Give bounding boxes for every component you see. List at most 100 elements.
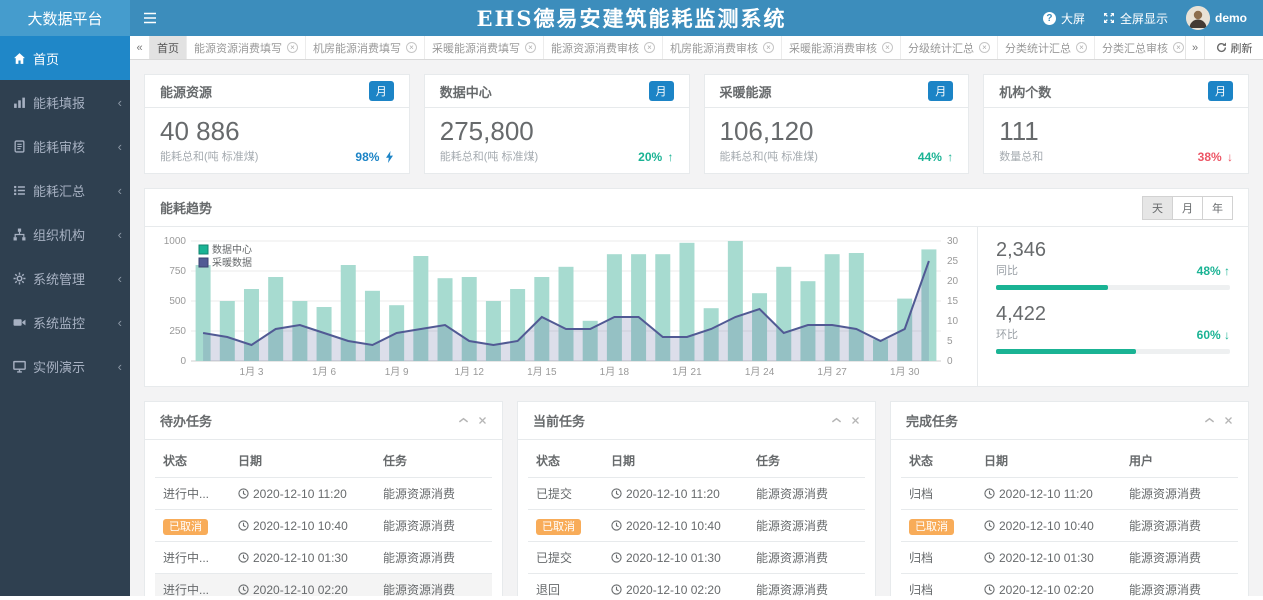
tab-close-icon[interactable]: × bbox=[763, 42, 774, 53]
fullscreen-button[interactable]: 全屏显示 bbox=[1103, 10, 1168, 27]
sidebar-toggle-button[interactable] bbox=[130, 0, 170, 36]
tab-9[interactable]: 分类汇总审核× bbox=[1095, 36, 1185, 59]
table-header: 用户 bbox=[1124, 444, 1238, 478]
sidebar-item-0[interactable]: 首页 bbox=[0, 36, 130, 80]
tab-close-icon[interactable]: × bbox=[979, 42, 990, 53]
tab-close-icon[interactable]: × bbox=[1076, 42, 1087, 53]
tab-2[interactable]: 机房能源消费填写× bbox=[306, 36, 425, 59]
sidebar-item-4[interactable]: 组织机构‹ bbox=[0, 212, 130, 256]
table-row[interactable]: 归档 2020-12-10 11:20 能源资源消费 bbox=[901, 478, 1238, 510]
sidebar: 首页能耗填报‹能耗审核‹能耗汇总‹组织机构‹系统管理‹系统监控‹实例演示‹ bbox=[0, 36, 130, 596]
tab-1[interactable]: 能源资源消费填写× bbox=[187, 36, 306, 59]
app-logo[interactable]: 大数据平台 bbox=[0, 0, 130, 36]
tab-close-icon[interactable]: × bbox=[644, 42, 655, 53]
svg-text:数据中心: 数据中心 bbox=[212, 243, 252, 256]
table-row[interactable]: 已提交 2020-12-10 11:20 能源资源消费 bbox=[528, 478, 865, 510]
stat-card-percent: 44% ↑ bbox=[918, 150, 953, 164]
chevron-left-icon: ‹ bbox=[118, 271, 122, 286]
side-stat-progress bbox=[996, 285, 1230, 290]
table-row[interactable]: 已取消 2020-12-10 10:40 能源资源消费 bbox=[155, 510, 492, 542]
tab-close-icon[interactable]: × bbox=[406, 42, 417, 53]
status-badge: 已取消 bbox=[163, 519, 208, 535]
bigscreen-button[interactable]: ? 大屏 bbox=[1043, 10, 1085, 27]
refresh-button[interactable]: 刷新 bbox=[1205, 36, 1263, 59]
sidebar-item-label: 实例演示 bbox=[33, 357, 85, 376]
chevron-left-icon: ‹ bbox=[118, 315, 122, 330]
sidebar-item-2[interactable]: 能耗审核 ‹ bbox=[0, 124, 130, 168]
sidebar-item-label: 首页 bbox=[33, 49, 59, 68]
list-icon bbox=[13, 184, 26, 197]
stat-card-percent: 38% ↓ bbox=[1198, 150, 1233, 164]
sidebar-item-5[interactable]: 系统管理 ‹ bbox=[0, 256, 130, 300]
chevron-left-icon: ‹ bbox=[118, 227, 122, 242]
svg-text:15: 15 bbox=[947, 296, 959, 307]
energy-trend-chart: 025050075010000510152025301月 31月 61月 91月… bbox=[145, 227, 977, 386]
range-button-天[interactable]: 天 bbox=[1142, 196, 1173, 220]
user-menu[interactable]: demo bbox=[1186, 6, 1247, 30]
month-badge[interactable]: 月 bbox=[1208, 81, 1233, 101]
collapse-icon[interactable] bbox=[1204, 415, 1215, 426]
camera-icon bbox=[13, 316, 26, 329]
svg-text:1月 18: 1月 18 bbox=[600, 366, 630, 378]
chevron-left-icon: ‹ bbox=[118, 359, 122, 374]
tab-close-icon[interactable]: × bbox=[287, 42, 298, 53]
range-button-月[interactable]: 月 bbox=[1172, 196, 1203, 220]
bolt-icon bbox=[385, 151, 394, 163]
clock-icon bbox=[611, 488, 622, 499]
tab-close-icon[interactable]: × bbox=[882, 42, 893, 53]
tab-4[interactable]: 能源资源消费审核× bbox=[544, 36, 663, 59]
stat-card-1: 数据中心 月 275,800 能耗总和(吨 标准煤) 20% ↑ bbox=[424, 74, 690, 174]
sidebar-menu: 首页能耗填报‹能耗审核‹能耗汇总‹组织机构‹系统管理‹系统监控‹实例演示‹ bbox=[0, 36, 130, 388]
side-stat-progress bbox=[996, 349, 1230, 354]
sidebar-item-label: 能耗审核 bbox=[33, 137, 85, 156]
table-row[interactable]: 已取消 2020-12-10 10:40 能源资源消费 bbox=[901, 510, 1238, 542]
svg-text:1月 24: 1月 24 bbox=[745, 366, 775, 378]
clock-icon bbox=[238, 488, 249, 499]
clock-icon bbox=[238, 552, 249, 563]
close-icon[interactable] bbox=[851, 416, 860, 425]
clock-icon bbox=[238, 520, 249, 531]
tabs-scroll-left-button[interactable]: « bbox=[130, 36, 150, 59]
table-row[interactable]: 已提交 2020-12-10 01:30 能源资源消费 bbox=[528, 542, 865, 574]
sitemap-icon bbox=[13, 228, 26, 241]
range-button-年[interactable]: 年 bbox=[1202, 196, 1233, 220]
month-badge[interactable]: 月 bbox=[369, 81, 394, 101]
tab-8[interactable]: 分类统计汇总× bbox=[998, 36, 1095, 59]
sidebar-item-1[interactable]: 能耗填报‹ bbox=[0, 80, 130, 124]
sidebar-item-6[interactable]: 系统监控‹ bbox=[0, 300, 130, 344]
tab-7[interactable]: 分级统计汇总× bbox=[901, 36, 998, 59]
clock-icon bbox=[611, 520, 622, 531]
tab-3[interactable]: 采暖能源消费填写× bbox=[425, 36, 544, 59]
sidebar-item-3[interactable]: 能耗汇总‹ bbox=[0, 168, 130, 212]
table-row[interactable]: 进行中... 2020-12-10 01:30 能源资源消费 bbox=[155, 542, 492, 574]
close-icon[interactable] bbox=[478, 416, 487, 425]
refresh-icon bbox=[1216, 42, 1227, 53]
collapse-icon[interactable] bbox=[458, 415, 469, 426]
tab-close-icon[interactable]: × bbox=[1173, 42, 1184, 53]
collapse-icon[interactable] bbox=[831, 415, 842, 426]
close-icon[interactable] bbox=[1224, 416, 1233, 425]
stat-card-value: 275,800 bbox=[440, 116, 674, 147]
month-badge[interactable]: 月 bbox=[649, 81, 674, 101]
sidebar-item-label: 系统管理 bbox=[33, 269, 85, 288]
tab-6[interactable]: 采暖能源消费审核× bbox=[782, 36, 901, 59]
sidebar-item-7[interactable]: 实例演示 ‹ bbox=[0, 344, 130, 388]
stat-card-percent: 98% bbox=[355, 150, 393, 164]
stat-card-0: 能源资源 月 40 886 能耗总和(吨 标准煤) 98% bbox=[144, 74, 410, 174]
tab-close-icon[interactable]: × bbox=[525, 42, 536, 53]
table-header: 日期 bbox=[606, 444, 751, 478]
task-table: 状态日期任务 进行中... 2020-12-10 11:20 能源资源消费 已取… bbox=[155, 444, 492, 600]
question-circle-icon: ? bbox=[1043, 12, 1056, 25]
chevron-left-icon: ‹ bbox=[118, 139, 122, 154]
svg-text:1月 9: 1月 9 bbox=[385, 366, 409, 378]
task-table: 状态日期任务 已提交 2020-12-10 11:20 能源资源消费 已取消 2… bbox=[528, 444, 865, 600]
sidebar-item-label: 能耗汇总 bbox=[33, 181, 85, 200]
tab-5[interactable]: 机房能源消费审核× bbox=[663, 36, 782, 59]
tabs-scroll-right-button[interactable]: » bbox=[1185, 36, 1205, 59]
tab-0[interactable]: 首页 bbox=[150, 36, 187, 59]
month-badge[interactable]: 月 bbox=[928, 81, 953, 101]
table-row[interactable]: 进行中... 2020-12-10 11:20 能源资源消费 bbox=[155, 478, 492, 510]
table-row[interactable]: 归档 2020-12-10 01:30 能源资源消费 bbox=[901, 542, 1238, 574]
trend-up-icon: ↑ bbox=[947, 150, 953, 164]
table-row[interactable]: 已取消 2020-12-10 10:40 能源资源消费 bbox=[528, 510, 865, 542]
